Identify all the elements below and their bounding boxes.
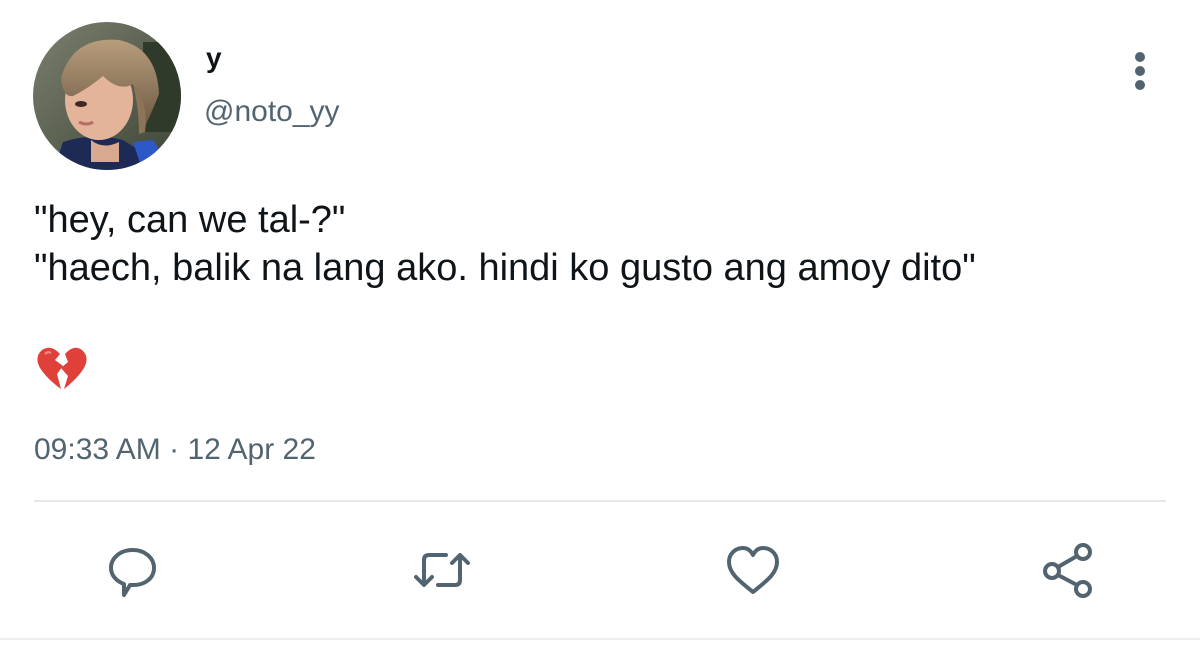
more-dot-icon [1135, 52, 1145, 62]
retweet-button[interactable] [412, 540, 472, 600]
share-icon [1043, 543, 1092, 598]
share-button[interactable] [1038, 540, 1098, 600]
more-options-button[interactable] [1122, 50, 1158, 92]
meta-separator: · [169, 433, 180, 466]
speech-bubble-icon [109, 548, 156, 597]
avatar[interactable] [33, 22, 181, 170]
divider [34, 500, 1166, 502]
heart-icon [727, 546, 779, 594]
like-button[interactable] [723, 540, 783, 600]
tweet-date: 12 Apr 22 [187, 433, 316, 466]
tweet-text: "hey, can we tal-?" "haech, balik na lan… [34, 196, 976, 292]
reply-button[interactable] [103, 540, 163, 600]
broken-heart-icon [37, 346, 87, 390]
tweet-line: "hey, can we tal-?" [34, 199, 346, 241]
more-dot-icon [1135, 66, 1145, 76]
retweet-icon [414, 553, 470, 587]
tweet-timestamp[interactable]: 09:33 AM · 12 Apr 22 [34, 430, 316, 470]
bottom-divider [0, 638, 1200, 640]
tweet-line: "haech, balik na lang ako. hindi ko gust… [34, 247, 976, 289]
avatar-photo [33, 22, 181, 170]
user-handle[interactable]: @noto_yy [204, 93, 340, 131]
tweet-time: 09:33 AM [34, 433, 161, 466]
more-dot-icon [1135, 80, 1145, 90]
display-name[interactable]: y [206, 40, 222, 76]
